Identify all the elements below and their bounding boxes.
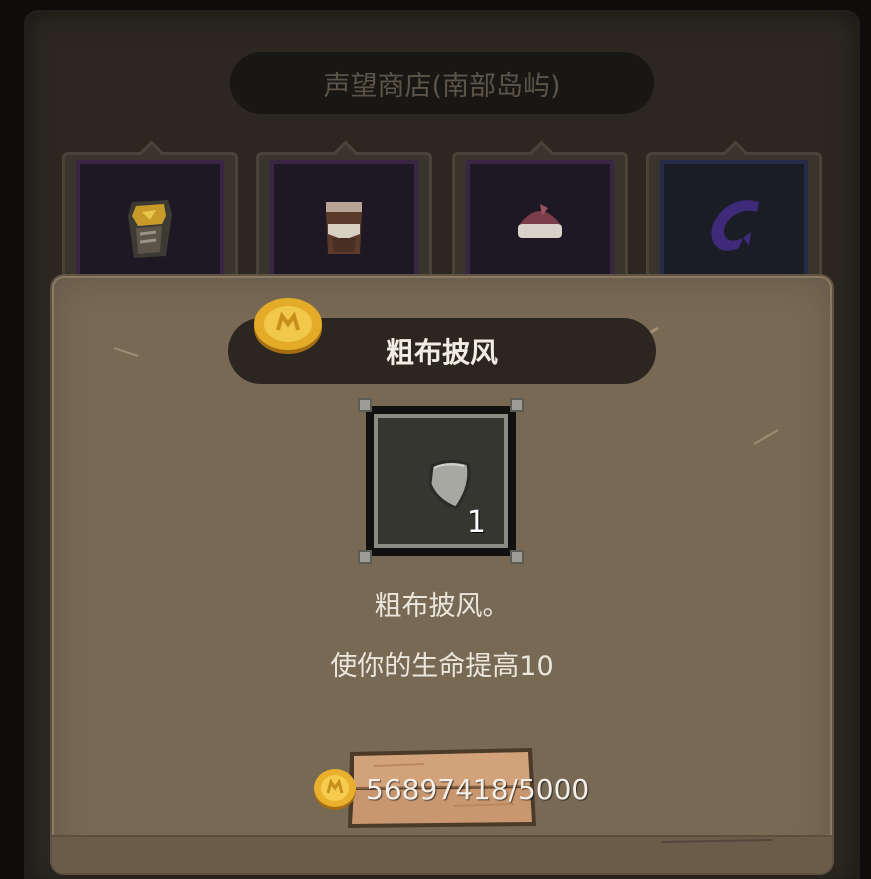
scratch-decoration [662,839,772,843]
frame-corner [510,550,524,564]
shop-slot-2[interactable] [256,152,432,292]
item-effect: 使你的生命提高10 [330,651,554,682]
item-description: 粗布披风。 [374,591,510,622]
shop-slot-1[interactable] [62,152,238,292]
gold-coin-icon [314,769,356,810]
helmet-icon [518,204,562,238]
shop-slot-4[interactable] [646,152,822,292]
scratch-decoration [753,429,779,445]
frame-corner [510,398,524,412]
game-screen: 声望商店(南部岛屿) 粗布披风 1 粗布披风。 使你的生命提高10 568974… [0,0,871,879]
purple-scarf-icon [711,200,759,251]
gold-armor-icon [128,200,172,258]
gold-coin-icon [254,298,322,354]
item-quantity: 1 [466,505,486,540]
item-slot: 1 [374,414,508,548]
shop-title: 声望商店(南部岛屿) [230,52,654,114]
price-display: 56897418/5000 [312,766,589,812]
frame-corner [358,398,372,412]
price-text: 56897418/5000 [366,772,590,806]
cloak-shield-icon [428,459,471,510]
scratch-decoration [113,347,139,357]
leather-armor-icon [326,202,362,254]
item-preview-frame: 1 [358,398,524,564]
shop-slot-3[interactable] [452,152,628,292]
frame-corner [358,550,372,564]
